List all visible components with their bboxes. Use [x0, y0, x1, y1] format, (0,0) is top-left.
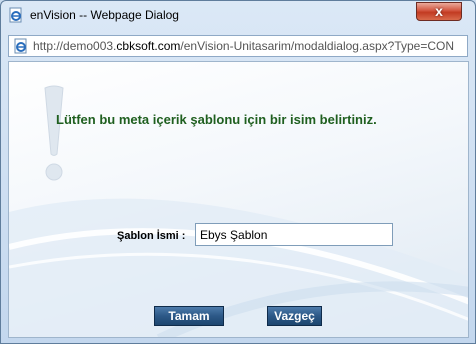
dialog-content: Lütfen bu meta içerik şablonu için bir i… [8, 61, 469, 338]
close-icon: x [435, 3, 443, 19]
background-swoosh [9, 198, 468, 337]
address-suffix: /enVision-Unitasarim/modaldialog.aspx?Ty… [180, 39, 455, 53]
title-bar[interactable]: enVision -- Webpage Dialog x [1, 1, 475, 31]
close-button[interactable]: x [416, 2, 462, 21]
ie-page-icon [9, 7, 22, 23]
exclamation-mark-icon [44, 85, 64, 181]
template-name-input[interactable] [195, 223, 393, 246]
address-prefix: http://demo003. [33, 39, 117, 53]
prompt-message: Lütfen bu meta içerik şablonu için bir i… [56, 112, 377, 127]
address-url: http://demo003.cbksoft.com/enVision-Unit… [33, 39, 465, 53]
address-host: cbksoft.com [116, 39, 181, 53]
address-bar[interactable]: http://demo003.cbksoft.com/enVision-Unit… [8, 35, 468, 57]
window-title: enVision -- Webpage Dialog [30, 8, 179, 22]
template-name-label: Şablon İsmi : [117, 230, 186, 242]
cancel-button[interactable]: Vazgeç [267, 306, 322, 326]
dialog-window: enVision -- Webpage Dialog x http://demo… [0, 0, 476, 344]
ok-button[interactable]: Tamam [154, 306, 224, 326]
ie-page-icon [14, 38, 27, 54]
